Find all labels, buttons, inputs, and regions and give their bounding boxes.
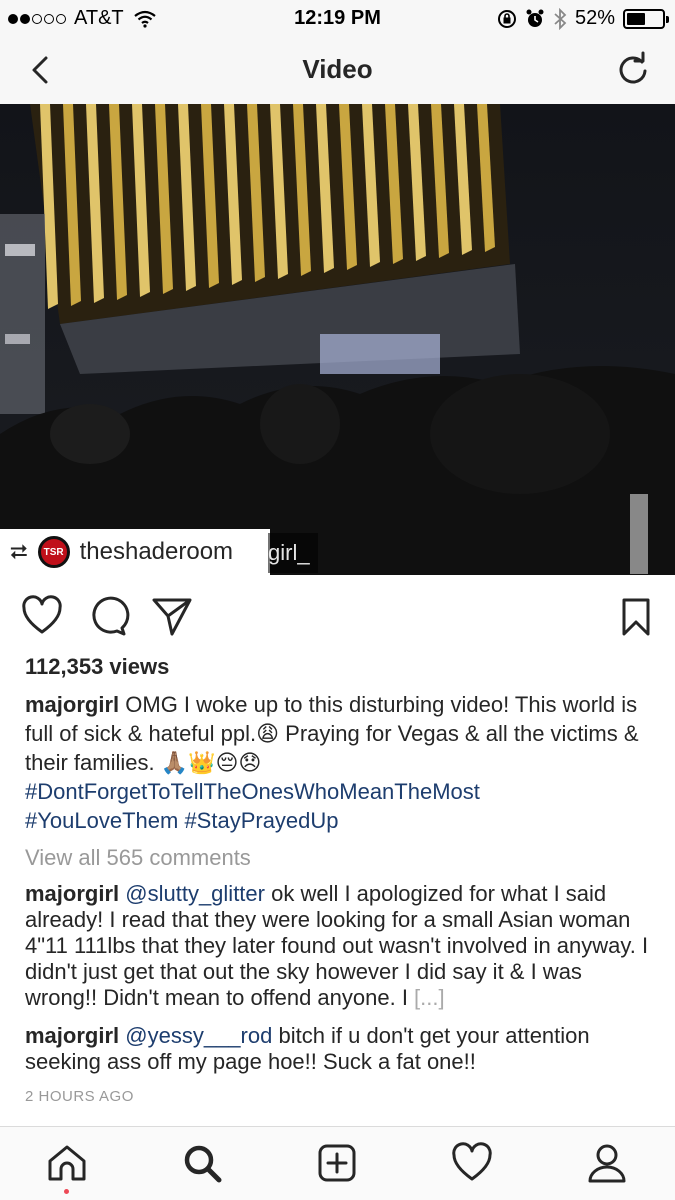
view-count: 112,353 views (25, 654, 170, 679)
comment-icon[interactable] (86, 594, 130, 638)
comment-username[interactable]: majorgirl (25, 881, 119, 906)
add-icon[interactable] (315, 1141, 359, 1185)
view-all-comments-link[interactable]: View all 565 comments (25, 845, 251, 871)
battery-icon (623, 8, 669, 29)
repost-username: theshaderoom (79, 538, 234, 565)
page-title: Video (302, 54, 373, 84)
share-icon[interactable] (150, 594, 194, 638)
bookmark-icon[interactable] (614, 594, 658, 638)
alarm-icon (526, 9, 544, 27)
battery-fill (627, 12, 645, 25)
more-link[interactable]: [...] (414, 985, 445, 1010)
profile-icon[interactable] (585, 1141, 629, 1185)
repost-overflow-text: girl_ (268, 533, 318, 573)
status-right: 52% (497, 7, 669, 30)
comment-text: ok well I apologized for what I said alr… (25, 881, 649, 1010)
search-icon[interactable] (180, 1141, 224, 1185)
refresh-icon[interactable] (613, 50, 653, 90)
status-bar: AT&T 12:19 PM 52% (0, 0, 675, 36)
bluetooth-icon (554, 7, 567, 30)
battery-percent: 52% (574, 7, 615, 29)
orientation-lock-icon (497, 9, 516, 28)
video-frame (0, 104, 675, 575)
heart-icon[interactable] (450, 1141, 494, 1185)
comment-username[interactable]: majorgirl (25, 1023, 119, 1048)
post-actions (0, 590, 675, 642)
comment: majorgirl @slutty_glitter ok well I apol… (25, 881, 650, 1011)
heart-icon[interactable] (20, 594, 64, 638)
caption-username[interactable]: majorgirl (25, 692, 119, 717)
comment-mention[interactable]: @slutty_glitter (125, 881, 265, 906)
post-timestamp: 2 HOURS AGO (25, 1088, 134, 1105)
avatar: TSR (37, 536, 70, 568)
post-caption: majorgirl OMG I woke up to this disturbi… (25, 690, 650, 835)
comment-mention[interactable]: @yessy___rod (125, 1023, 272, 1048)
nav-bar: Video (0, 36, 675, 104)
hashtag[interactable]: #DontForgetToTellTheOnesWhoMeanTheMost (25, 779, 480, 804)
tab-bar (0, 1126, 675, 1200)
repost-tag[interactable]: ⮂ TSR theshaderoom (0, 529, 270, 575)
hashtag[interactable]: #YouLoveThem (25, 808, 178, 833)
video-player[interactable]: ⮂ TSR theshaderoom girl_ (0, 104, 675, 575)
hashtag[interactable]: #StayPrayedUp (184, 808, 338, 833)
comment: majorgirl @yessy___rod bitch if u don't … (25, 1023, 650, 1075)
notification-dot (64, 1189, 69, 1194)
home-icon[interactable] (45, 1141, 89, 1185)
repost-icon: ⮂ (10, 539, 28, 564)
